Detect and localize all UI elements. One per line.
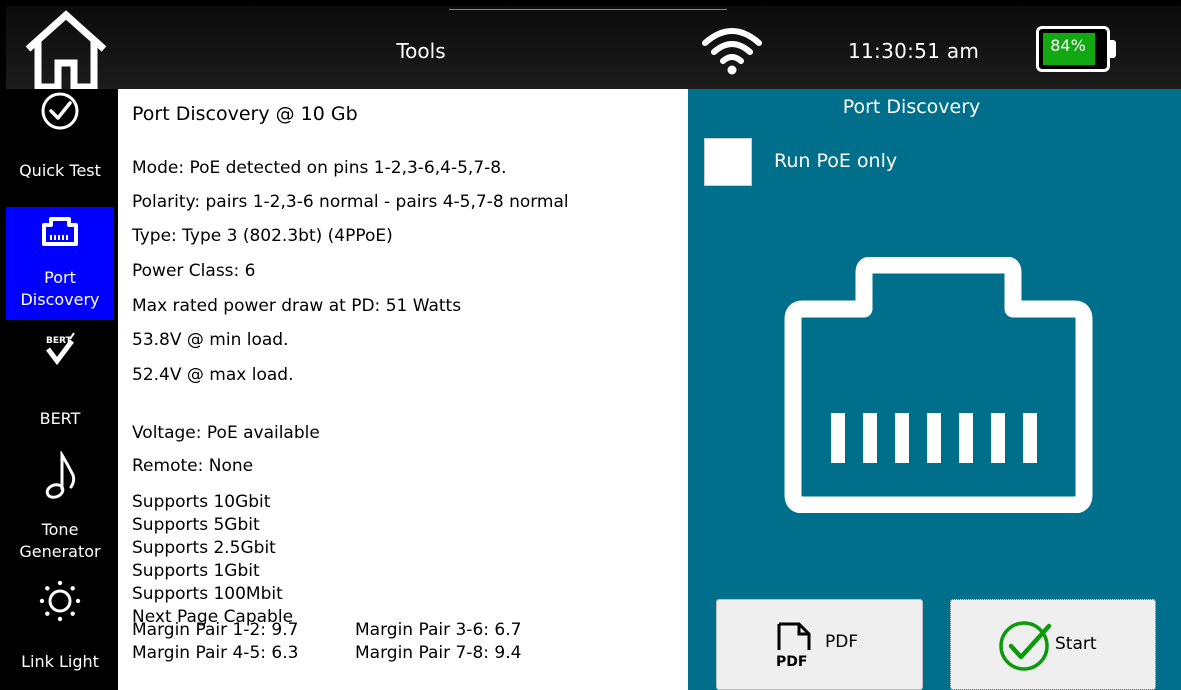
- start-button-label: Start: [1055, 634, 1097, 654]
- music-note-icon: [6, 451, 114, 501]
- result-line: 52.4V @ max load.: [132, 365, 294, 385]
- panel-title: Port Discovery: [842, 96, 981, 118]
- battery-percent: 84%: [1050, 36, 1086, 55]
- sidebar-item-label: Link Light: [21, 652, 99, 671]
- supports-line: Supports 2.5Gbit: [132, 538, 276, 558]
- sidebar-item-label: Quick Test: [19, 161, 101, 180]
- sidebar-item-label-line-2: Discovery: [20, 290, 100, 309]
- margin-pair: Margin Pair 4-5: 6.3: [132, 643, 299, 663]
- results-panel: Port Discovery @ 10 Gb Mode: PoE detecte…: [118, 89, 688, 690]
- sidebar-item-tone-generator[interactable]: Tone Generator: [6, 447, 114, 565]
- ethernet-port-large-icon: [784, 257, 1093, 513]
- top-bar-highlight: [449, 9, 727, 10]
- battery-terminal: [1109, 40, 1116, 58]
- home-icon: [25, 10, 107, 91]
- sidebar-item-port-discovery[interactable]: Port Discovery: [6, 207, 114, 320]
- voltage-status: Voltage: PoE available: [132, 423, 320, 443]
- result-line: Polarity: pairs 1-2,3-6 normal - pairs 4…: [132, 192, 569, 212]
- device-frame: Tools 11:30:51 am 84% Quick Test Port Di…: [0, 0, 1181, 690]
- ethernet-port-icon: [6, 215, 114, 247]
- action-panel: Port Discovery Run PoE only PDF PDF Star…: [688, 89, 1181, 690]
- supports-line: Supports 1Gbit: [132, 561, 260, 581]
- sidebar: Quick Test Port Discovery BERT BERT Tone…: [6, 89, 114, 690]
- wifi-icon: [701, 25, 763, 75]
- sidebar-item-label-line-1: Tone: [41, 520, 79, 539]
- result-line: Power Class: 6: [132, 261, 256, 281]
- checkmark-circle-icon: [6, 91, 114, 131]
- run-poe-only-label: Run PoE only: [774, 150, 898, 172]
- page-title: Tools: [396, 39, 446, 63]
- pdf-button-label: PDF: [825, 632, 859, 652]
- sidebar-item-label-line-1: Port: [44, 268, 76, 287]
- home-button[interactable]: [20, 9, 112, 91]
- supports-line: Supports 10Gbit: [132, 492, 271, 512]
- supports-line: Supports 100Mbit: [132, 584, 283, 604]
- pdf-file-icon: PDF: [776, 622, 811, 670]
- battery-indicator: 84%: [1036, 26, 1118, 72]
- supports-line: Supports 5Gbit: [132, 515, 260, 535]
- sidebar-item-label-line-2: Generator: [19, 542, 101, 561]
- result-line: Max rated power draw at PD: 51 Watts: [132, 296, 462, 316]
- pdf-button[interactable]: PDF PDF: [716, 599, 923, 690]
- top-bar: Tools 11:30:51 am 84%: [6, 6, 1181, 91]
- result-line: 53.8V @ min load.: [132, 330, 289, 350]
- sidebar-item-link-light[interactable]: Link Light: [6, 579, 114, 689]
- checkmark-circle-icon: [999, 621, 1052, 671]
- sidebar-item-bert[interactable]: BERT BERT: [6, 329, 114, 439]
- margin-pair: Margin Pair 1-2: 9.7: [132, 620, 299, 640]
- clock: 11:30:51 am: [848, 39, 980, 63]
- start-button[interactable]: Start: [950, 599, 1156, 690]
- margin-pair: Margin Pair 7-8: 9.4: [355, 643, 522, 663]
- run-poe-only-checkbox[interactable]: [704, 138, 752, 186]
- bert-check-icon: BERT: [6, 331, 114, 367]
- remote-status: Remote: None: [132, 456, 254, 476]
- sidebar-item-quick-test[interactable]: Quick Test: [6, 89, 114, 199]
- result-line: Type: Type 3 (802.3bt) (4PPoE): [132, 226, 393, 246]
- margin-pair: Margin Pair 3-6: 6.7: [355, 620, 522, 640]
- light-bulb-icon: [6, 579, 114, 623]
- result-line: Mode: PoE detected on pins 1-2,3-6,4-5,7…: [132, 158, 507, 178]
- results-heading: Port Discovery @ 10 Gb: [132, 103, 358, 125]
- sidebar-item-label: BERT: [39, 409, 81, 428]
- pdf-icon-text: PDF: [776, 654, 807, 670]
